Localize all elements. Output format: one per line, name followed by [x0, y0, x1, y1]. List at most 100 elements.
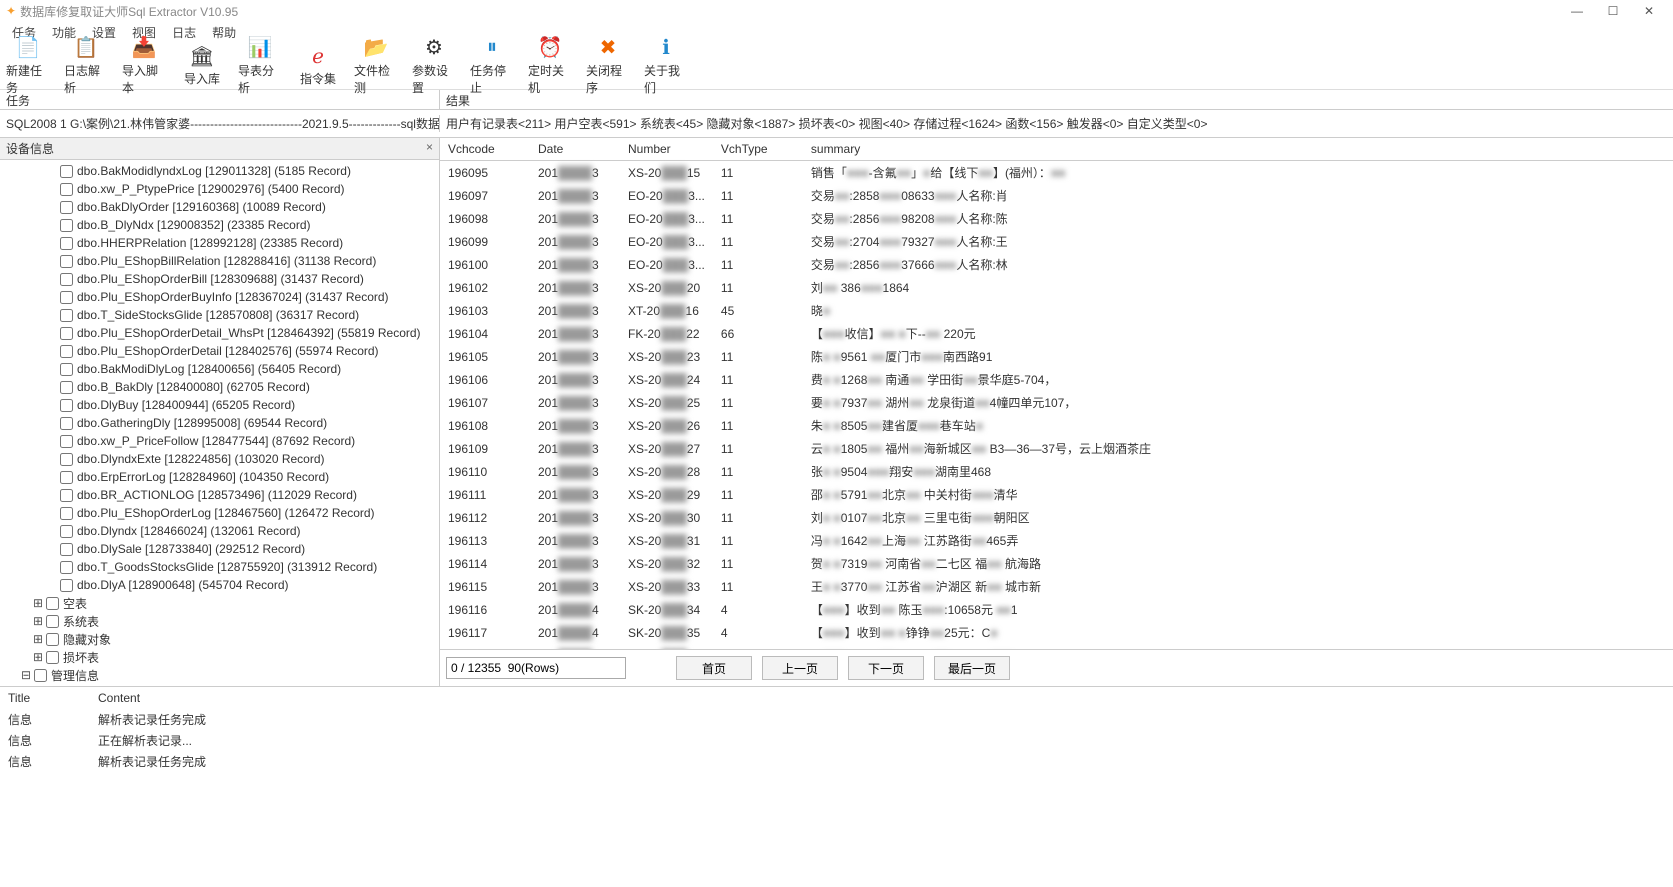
tree-checkbox[interactable]: [46, 597, 59, 610]
menu-日志[interactable]: 日志: [164, 22, 204, 43]
tree-checkbox[interactable]: [60, 525, 73, 538]
expander-icon[interactable]: ⊞: [32, 596, 44, 610]
tree-group-空表[interactable]: ⊞空表: [32, 594, 439, 612]
tree-table-row[interactable]: dbo.T_GoodsStocksGlide [128755920] (3139…: [60, 558, 439, 576]
tree-table-row[interactable]: dbo.DlyBuy [128400944] (65205 Record): [60, 396, 439, 414]
tree-checkbox[interactable]: [60, 255, 73, 268]
table-row[interactable]: 196102201████3XS-20███2011刘■■ 386■■■1864: [440, 276, 1673, 299]
tree-checkbox[interactable]: [46, 651, 59, 664]
maximize-button[interactable]: ☐: [1595, 4, 1631, 18]
toolbar-日志解析[interactable]: 📋日志解析: [64, 36, 108, 96]
tree-table-row[interactable]: dbo.B_DlyNdx [129008352] (23385 Record): [60, 216, 439, 234]
minimize-button[interactable]: —: [1559, 4, 1595, 18]
tree-checkbox[interactable]: [60, 165, 73, 178]
tree-table-row[interactable]: dbo.Plu_EShopBillRelation [128288416] (3…: [60, 252, 439, 270]
tree-table-row[interactable]: dbo.BakModiDlyLog [128400656] (56405 Rec…: [60, 360, 439, 378]
tree-checkbox[interactable]: [60, 471, 73, 484]
tree-table-row[interactable]: dbo.BakModidlyndxLog [129011328] (5185 R…: [60, 162, 439, 180]
tree-checkbox[interactable]: [60, 561, 73, 574]
tree-checkbox[interactable]: [60, 201, 73, 214]
table-row[interactable]: 196095201████3XS-20███1511销售「■■■-含氟■■」■给…: [440, 161, 1673, 185]
table-row[interactable]: 196100201████3EO-20███3...11交易■■:2856■■■…: [440, 253, 1673, 276]
table-row[interactable]: 196105201████3XS-20███2311陈■ ■9561 ■■厦门市…: [440, 345, 1673, 368]
prev-page-button[interactable]: 上一页: [762, 656, 838, 680]
tree-checkbox[interactable]: [60, 363, 73, 376]
table-row[interactable]: 196108201████3XS-20███2611朱■ ■8505■■建省厦■…: [440, 414, 1673, 437]
table-row[interactable]: 196098201████3EO-20███3...11交易■■:2856■■■…: [440, 207, 1673, 230]
tree-checkbox[interactable]: [60, 507, 73, 520]
tree-table-row[interactable]: dbo.B_BakDly [128400080] (62705 Record): [60, 378, 439, 396]
tree-checkbox[interactable]: [60, 309, 73, 322]
toolbar-指令集[interactable]: ℯ指令集: [296, 44, 340, 87]
tree-group-系统表[interactable]: ⊞系统表: [32, 612, 439, 630]
tree-checkbox[interactable]: [60, 345, 73, 358]
close-button[interactable]: ✕: [1631, 4, 1667, 18]
toolbar-文件检测[interactable]: 📂文件检测: [354, 36, 398, 96]
data-grid[interactable]: VchcodeDateNumberVchTypesummary196095201…: [440, 138, 1673, 649]
table-row[interactable]: 196106201████3XS-20███2411费■ ■1268■■ 南通■…: [440, 368, 1673, 391]
tree-checkbox[interactable]: [60, 291, 73, 304]
tree-mgmt-child[interactable]: ⊞用户视图: [32, 684, 439, 686]
tree-table-row[interactable]: dbo.DlyndxExte [128224856] (103020 Recor…: [60, 450, 439, 468]
expander-icon[interactable]: ⊞: [32, 614, 44, 628]
first-page-button[interactable]: 首页: [676, 656, 752, 680]
tree-checkbox[interactable]: [60, 183, 73, 196]
table-row[interactable]: 196115201████3XS-20███3311王■ ■3770■■ 江苏省…: [440, 575, 1673, 598]
expander-icon[interactable]: ⊞: [32, 632, 44, 646]
close-panel-icon[interactable]: ×: [426, 140, 433, 157]
toolbar-任务停止[interactable]: ⏸任务停止: [470, 36, 514, 96]
table-row[interactable]: 196111201████3XS-20███2911邵■ ■5791■■北京■■…: [440, 483, 1673, 506]
toolbar-导入库[interactable]: 🏛导入库: [180, 44, 224, 87]
next-page-button[interactable]: 下一页: [848, 656, 924, 680]
tree-table-row[interactable]: dbo.xw_P_PtypePrice [129002976] (5400 Re…: [60, 180, 439, 198]
table-row[interactable]: 196109201████3XS-20███2711云■ ■1805■■ 福州■…: [440, 437, 1673, 460]
tree-group-隐藏对象[interactable]: ⊞隐藏对象: [32, 630, 439, 648]
page-input[interactable]: [446, 657, 626, 679]
tree-group-损坏表[interactable]: ⊞损坏表: [32, 648, 439, 666]
toolbar-定时关机[interactable]: ⏰定时关机: [528, 36, 572, 96]
tree-checkbox[interactable]: [60, 237, 73, 250]
expander-icon[interactable]: ⊟: [20, 668, 32, 682]
tree-table-row[interactable]: dbo.DlyA [128900648] (545704 Record): [60, 576, 439, 594]
tree-table-row[interactable]: dbo.BakDlyOrder [129160368] (10089 Recor…: [60, 198, 439, 216]
tree-checkbox[interactable]: [60, 417, 73, 430]
table-row[interactable]: 196113201████3XS-20███3111冯■ ■1642■■上海■■…: [440, 529, 1673, 552]
table-row[interactable]: 196097201████3EO-20███3...11交易■■:2858■■■…: [440, 184, 1673, 207]
tree-checkbox[interactable]: [60, 327, 73, 340]
tree-checkbox[interactable]: [60, 435, 73, 448]
table-row[interactable]: 196117201████4SK-20███354【■■■】收到■■ ■铮铮■■…: [440, 621, 1673, 644]
table-row[interactable]: 196107201████3XS-20███2511要■ ■7937■■ 湖州■…: [440, 391, 1673, 414]
tree-table-row[interactable]: dbo.T_SideStocksGlide [128570808] (36317…: [60, 306, 439, 324]
table-row[interactable]: 196112201████3XS-20███3011刘■ ■0107■■北京■■…: [440, 506, 1673, 529]
toolbar-新建任务[interactable]: 📄新建任务: [6, 36, 50, 96]
tree-checkbox[interactable]: [34, 669, 47, 682]
table-row[interactable]: 196110201████3XS-20███2811张■ ■9504■■■翔安■…: [440, 460, 1673, 483]
tree-table-row[interactable]: dbo.xw_P_PriceFollow [128477544] (87692 …: [60, 432, 439, 450]
col-summary[interactable]: summary: [803, 138, 1673, 161]
tree-checkbox[interactable]: [60, 219, 73, 232]
tree-mgmt[interactable]: ⊟管理信息: [20, 666, 439, 684]
tree-checkbox[interactable]: [60, 453, 73, 466]
tree-table-row[interactable]: dbo.BR_ACTIONLOG [128573496] (112029 Rec…: [60, 486, 439, 504]
col-Vchcode[interactable]: Vchcode: [440, 138, 530, 161]
expander-icon[interactable]: ⊞: [32, 650, 44, 664]
tree-table-row[interactable]: dbo.Plu_EShopOrderDetail_WhsPt [12846439…: [60, 324, 439, 342]
toolbar-参数设置[interactable]: ⚙参数设置: [412, 36, 456, 96]
table-row[interactable]: 196099201████3EO-20███3...11交易■■:2704■■■…: [440, 230, 1673, 253]
tree-table-row[interactable]: dbo.HHERPRelation [128992128] (23385 Rec…: [60, 234, 439, 252]
tree-checkbox[interactable]: [60, 489, 73, 502]
table-row[interactable]: 196104201████3FK-20███2266【■■■收信】■■ ■下--…: [440, 322, 1673, 345]
tree-table-row[interactable]: dbo.ErpErrorLog [128284960] (104350 Reco…: [60, 468, 439, 486]
tree-table-row[interactable]: dbo.Dlyndx [128466024] (132061 Record): [60, 522, 439, 540]
tree-table-row[interactable]: dbo.Plu_EShopOrderBuyInfo [128367024] (3…: [60, 288, 439, 306]
toolbar-导表分析[interactable]: 📊导表分析: [238, 36, 282, 96]
tree-table-row[interactable]: dbo.Plu_EShopOrderLog [128467560] (12647…: [60, 504, 439, 522]
tree-table-row[interactable]: dbo.DlySale [128733840] (292512 Record): [60, 540, 439, 558]
tree-checkbox[interactable]: [60, 399, 73, 412]
toolbar-关闭程序[interactable]: ✖关闭程序: [586, 36, 630, 96]
toolbar-导入脚本[interactable]: 📥导入脚本: [122, 36, 166, 96]
tree-table-row[interactable]: dbo.Plu_EShopOrderBill [128309688] (3143…: [60, 270, 439, 288]
tree-table-row[interactable]: dbo.Plu_EShopOrderDetail [128402576] (55…: [60, 342, 439, 360]
tree-checkbox[interactable]: [60, 543, 73, 556]
table-row[interactable]: 196103201████3XT-20███1645晓■: [440, 299, 1673, 322]
